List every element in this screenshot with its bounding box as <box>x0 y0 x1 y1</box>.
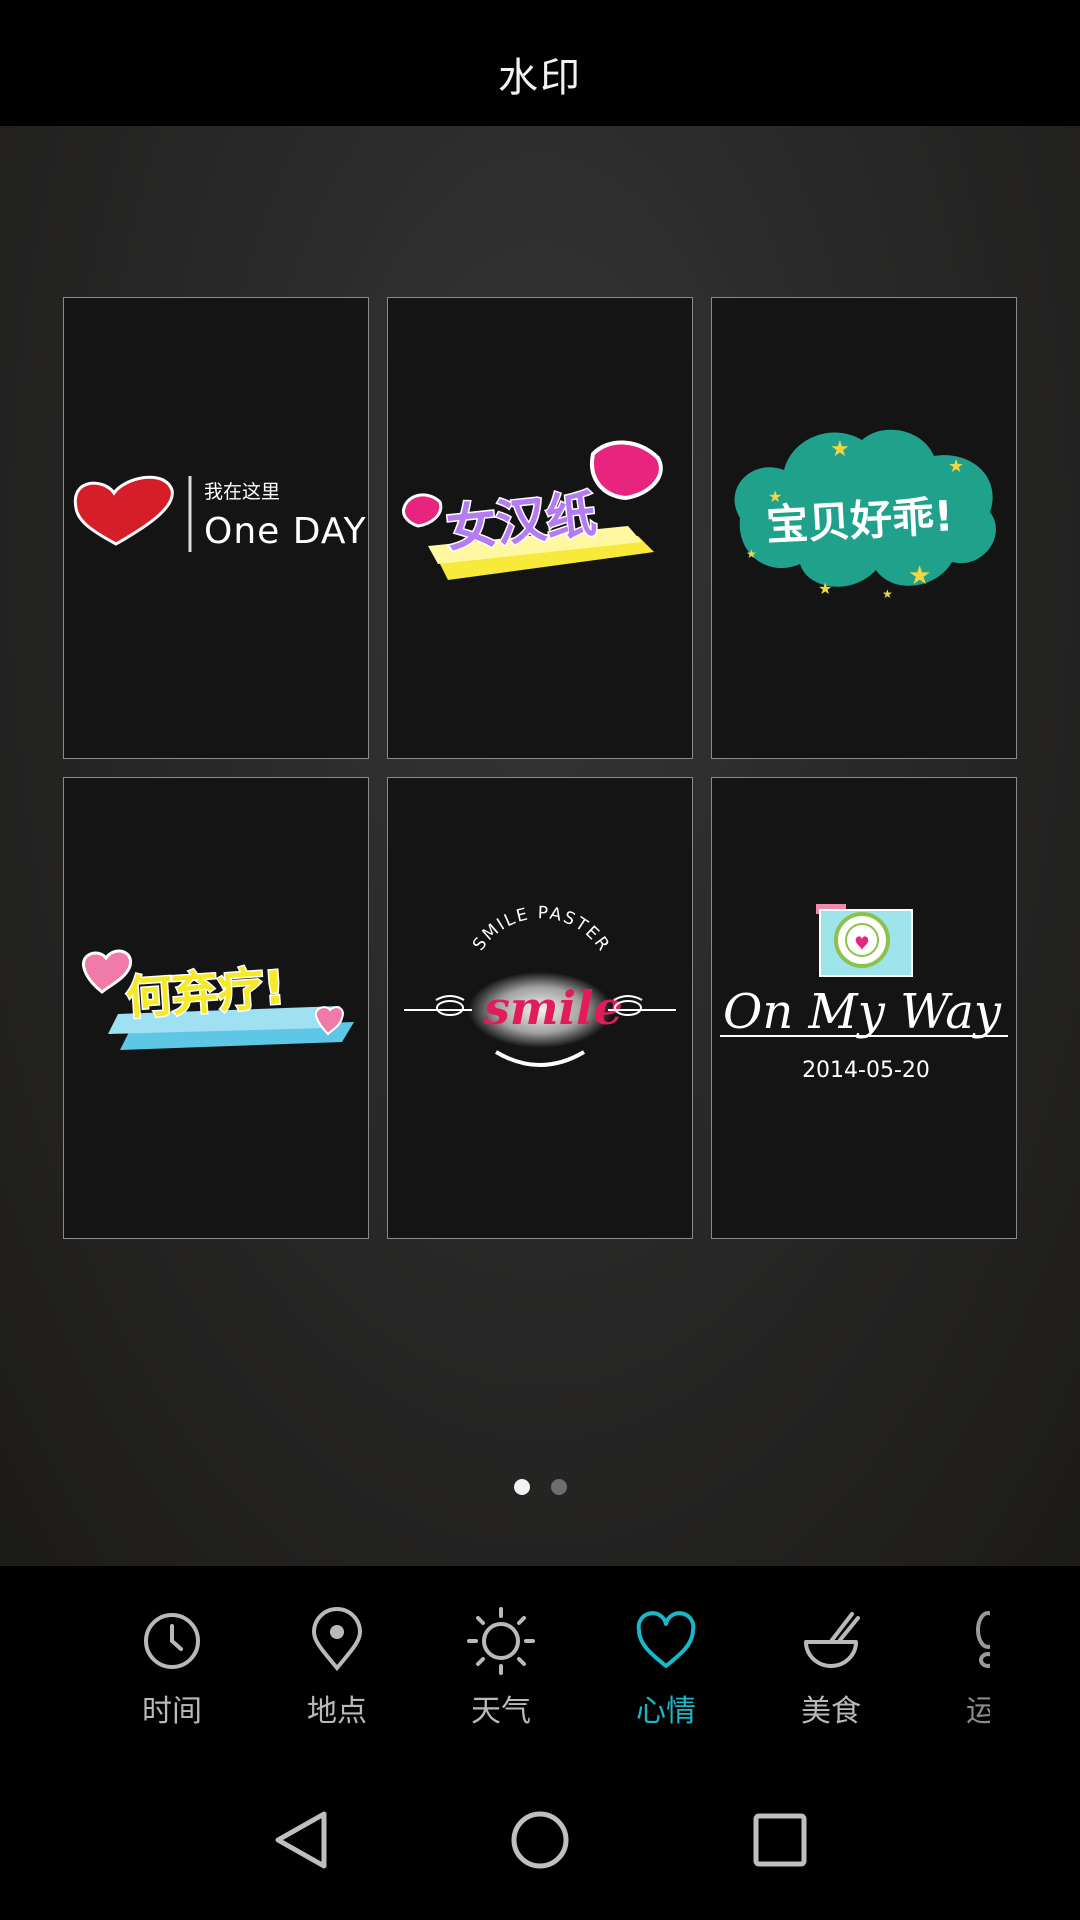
tab-weather-label: 天气 <box>471 1694 531 1729</box>
one-day-sticker: 我在这里 One DAY <box>73 475 367 552</box>
bao-bei-hao-guai-sticker: 宝贝好乖! ★ ★ ★ ★ ★ ★ ★ <box>734 429 996 601</box>
smile-curve-icon <box>494 1050 586 1067</box>
svg-text:★: ★ <box>948 456 964 477</box>
red-heart-icon <box>73 475 174 546</box>
nav-recents-button[interactable] <box>740 1800 820 1880</box>
watermark-card-one-day[interactable]: 我在这里 One DAY <box>63 297 369 759</box>
heart-icon <box>636 1611 696 1668</box>
category-tab-bar[interactable]: 时间 地点 天气 心情 美食 运 <box>0 1566 1080 1760</box>
location-pin-icon <box>311 1607 363 1672</box>
tab-time[interactable]: 时间 <box>102 1606 242 1736</box>
tab-food[interactable]: 美食 <box>761 1606 901 1736</box>
camera-icon <box>816 904 913 977</box>
lips-small-icon <box>402 493 443 528</box>
system-nav-bar <box>0 1760 1080 1920</box>
smile-sticker: SMILE PASTER smile <box>404 903 676 1067</box>
home-icon <box>511 1811 569 1869</box>
watermark-card-on-my-way[interactable]: On My Way 2014-05-20 <box>711 777 1017 1239</box>
watermark-card-nv-han-zi[interactable]: 女汉纸 <box>387 297 693 759</box>
lips-icon <box>590 440 663 501</box>
tab-location-label: 地点 <box>307 1694 367 1729</box>
back-icon <box>275 1811 327 1869</box>
footprint-icon <box>976 1611 990 1668</box>
smile-text: smile <box>483 981 623 1035</box>
title-bar: 水印 <box>0 0 1080 126</box>
watermark-card-bao-bei-hao-guai[interactable]: 宝贝好乖! ★ ★ ★ ★ ★ ★ ★ <box>711 297 1017 759</box>
tab-sport[interactable]: 运 <box>924 1606 990 1736</box>
svg-text:★: ★ <box>882 587 893 601</box>
tab-food-label: 美食 <box>801 1694 861 1729</box>
svg-text:★: ★ <box>908 561 931 591</box>
tab-location[interactable]: 地点 <box>267 1606 407 1736</box>
tab-mood[interactable]: 心情 <box>596 1606 736 1736</box>
watermark-card-smile[interactable]: SMILE PASTER smile <box>387 777 693 1239</box>
page-indicator <box>0 1479 1080 1495</box>
nv-han-zi-sticker: 女汉纸 <box>402 440 663 580</box>
he-qi-liao-text: 何弃疗! <box>124 960 286 1025</box>
bowl-icon <box>804 1612 860 1668</box>
bao-bei-hao-guai-text: 宝贝好乖! <box>765 491 954 550</box>
svg-text:★: ★ <box>768 487 782 506</box>
svg-text:SMILE PASTER: SMILE PASTER <box>469 903 614 956</box>
one-day-en-text: One DAY <box>204 511 367 552</box>
smile-arc-text: SMILE PASTER <box>469 903 612 956</box>
clock-icon <box>144 1613 200 1669</box>
left-eye-icon <box>436 1000 464 1016</box>
recents-icon <box>753 1813 807 1867</box>
nav-back-button[interactable] <box>260 1800 340 1880</box>
tab-time-label: 时间 <box>142 1694 202 1729</box>
svg-text:★: ★ <box>818 579 832 598</box>
tab-sport-label: 运 <box>966 1694 990 1729</box>
watermark-card-he-qi-liao[interactable]: 何弃疗! <box>63 777 369 1239</box>
sun-icon <box>467 1607 535 1675</box>
page-dot-1[interactable] <box>513 1479 530 1495</box>
one-day-cn-text: 我在这里 <box>204 481 280 503</box>
tab-weather[interactable]: 天气 <box>431 1606 571 1736</box>
on-my-way-text: On My Way <box>723 984 1002 1040</box>
on-my-way-sticker: On My Way 2014-05-20 <box>720 904 1008 1083</box>
watermark-grid-area: 我在这里 One DAY 女汉纸 宝贝好乖! ★ ★ ★ ★ ★ ★ ★ 何弃疗… <box>0 126 1080 1566</box>
svg-text:★: ★ <box>746 547 757 561</box>
page-dot-2[interactable] <box>550 1479 567 1495</box>
nav-home-button[interactable] <box>500 1800 580 1880</box>
page-title: 水印 <box>498 55 582 101</box>
on-my-way-date: 2014-05-20 <box>802 1058 930 1083</box>
he-qi-liao-sticker: 何弃疗! <box>81 949 354 1050</box>
tab-mood-label: 心情 <box>636 1694 696 1729</box>
svg-text:★: ★ <box>830 437 850 462</box>
